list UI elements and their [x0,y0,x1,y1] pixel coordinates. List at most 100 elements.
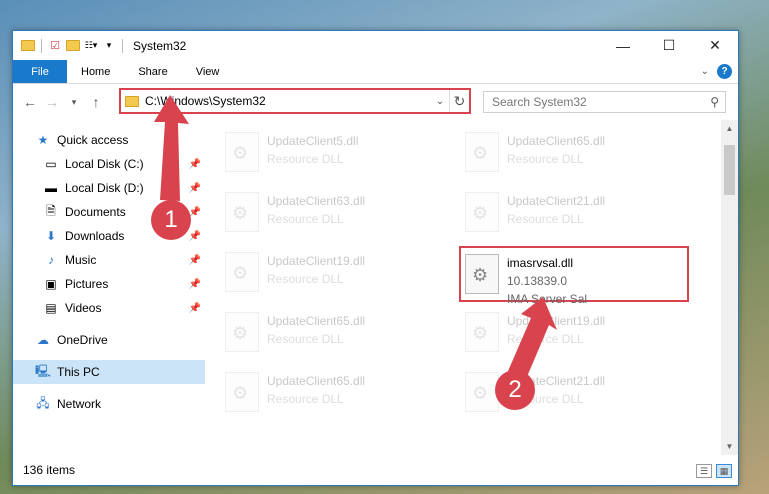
step-1-badge: 1 [151,200,191,240]
window-title: System32 [133,38,187,53]
music-icon: ♪ [48,253,54,267]
new-folder-icon[interactable] [66,39,80,53]
dll-file-icon [225,252,259,292]
file-desc: Resource DLL [267,332,344,346]
properties-icon[interactable]: ☑ [48,39,62,53]
scroll-up-icon[interactable]: ▲ [721,124,738,133]
nav-item-pictures[interactable]: ▣ Pictures 📌 [13,272,205,296]
dll-file-icon [225,372,259,412]
refresh-icon[interactable]: ↻ [449,90,469,112]
file-desc: Resource DLL [267,212,344,226]
large-icons-view-icon[interactable]: ▦ [716,464,732,478]
file-item[interactable]: UpdateClient65.dll Resource DLL [221,306,451,362]
file-desc: Resource DLL [267,392,344,406]
pin-icon[interactable]: 📌 [189,231,201,242]
search-placeholder: Search System32 [492,95,587,109]
back-arrow-icon[interactable]: ← [19,94,41,110]
videos-icon: ▤ [45,301,57,315]
tab-file[interactable]: File [13,60,67,83]
documents-icon: 🗎 [46,203,56,218]
file-name: UpdateClient65.dll [507,134,606,148]
item-count: 136 items [23,463,76,477]
maximize-button[interactable]: ☐ [646,31,692,60]
step-2-badge: 2 [495,370,535,410]
scroll-thumb[interactable] [724,145,735,195]
file-name: UpdateClient65.dll [267,314,366,328]
minimize-button[interactable]: — [600,31,646,60]
file-version: 10.13839.0 [507,274,568,288]
dll-file-icon [465,254,499,294]
scroll-down-icon[interactable]: ▼ [721,442,738,451]
nav-label: Documents [65,205,126,219]
nav-label: Quick access [57,133,129,147]
pin-icon[interactable]: 📌 [189,183,201,194]
dll-file-icon [465,192,499,232]
pin-icon[interactable]: 📌 [189,303,201,314]
file-desc: Resource DLL [507,212,584,226]
file-item[interactable]: UpdateClient19.dll Resource DLL [221,246,451,302]
dll-file-icon [465,132,499,172]
address-path[interactable]: C:\Windows\System32 [145,94,431,108]
vertical-scrollbar[interactable]: ▲ ▼ [721,120,738,455]
nav-label: Network [57,397,102,411]
tab-home[interactable]: Home [67,60,124,83]
title-bar: ☑ ☷▾ ▾ System32 — ☐ ✕ [13,31,738,60]
tab-view[interactable]: View [182,60,234,83]
tab-share[interactable]: Share [124,60,181,83]
chevron-down-icon[interactable]: ⌄ [431,96,449,107]
nav-item-this-pc[interactable]: 🖳 This PC [13,360,205,384]
pin-icon[interactable]: 📌 [189,159,201,170]
ribbon-tabs: File Home Share View ⌄ ? [13,60,738,84]
file-item[interactable]: UpdateClient21.dll Resource DLL [461,186,691,242]
nav-label: Videos [65,301,102,315]
search-input[interactable]: Search System32 ⚲ [483,91,726,113]
file-name: UpdateClient19.dll [507,314,606,328]
star-icon: ★ [37,133,49,147]
navigation-pane: ★ Quick access ▭ Local Disk (C:) 📌 ▬ Loc… [13,120,205,455]
help-icon[interactable]: ? [717,64,732,79]
file-item[interactable]: UpdateClient63.dll Resource DLL [221,186,451,242]
downloads-icon: ⬇ [45,229,57,243]
customize-toolbar-icon[interactable]: ☷▾ [84,39,98,53]
dll-file-icon [225,132,259,172]
file-item[interactable]: UpdateClient65.dll Resource DLL [461,126,691,182]
nav-label: Local Disk (D:) [65,181,144,195]
details-view-icon[interactable]: ☰ [696,464,712,478]
up-arrow-icon[interactable]: ↑ [85,94,107,110]
nav-item-network[interactable]: 🖧 Network [13,392,205,416]
recent-locations-icon[interactable]: ▾ [63,97,85,108]
pin-icon[interactable]: 📌 [189,279,201,290]
nav-item-onedrive[interactable]: ☁ OneDrive [13,328,205,352]
dll-file-icon [225,192,259,232]
file-item[interactable]: UpdateClient65.dll Resource DLL [221,366,451,422]
forward-arrow-icon[interactable]: → [41,94,63,110]
file-item-imasrvsal[interactable]: imasrvsal.dll 10.13839.0 IMA Server Sal [459,246,689,306]
close-button[interactable]: ✕ [692,31,738,60]
dropdown-icon[interactable]: ▾ [102,39,116,53]
file-name: UpdateClient5.dll [267,134,359,148]
folder-icon [21,39,35,53]
dll-file-icon [465,312,499,352]
pin-icon[interactable]: 📌 [189,255,201,266]
nav-label: Music [65,253,97,267]
file-item[interactable]: UpdateClient19.dll Resource DLL [461,306,691,362]
nav-item-music[interactable]: ♪ Music 📌 [13,248,205,272]
nav-item-local-disk-d[interactable]: ▬ Local Disk (D:) 📌 [13,176,205,200]
search-icon[interactable]: ⚲ [710,95,719,109]
file-name: UpdateClient19.dll [267,254,366,268]
drive-icon: ▬ [45,181,57,195]
file-item[interactable]: UpdateClient5.dll Resource DLL [221,126,451,182]
nav-label: Pictures [65,277,109,291]
nav-item-quick-access[interactable]: ★ Quick access [13,128,205,152]
nav-item-videos[interactable]: ▤ Videos 📌 [13,296,205,320]
nav-label: Local Disk (C:) [65,157,144,171]
address-bar[interactable]: C:\Windows\System32 ⌄ ↻ [119,88,471,114]
expand-ribbon-icon[interactable]: ⌄ [701,66,709,77]
nav-label: Downloads [65,229,125,243]
nav-item-local-disk-c[interactable]: ▭ Local Disk (C:) 📌 [13,152,205,176]
pictures-icon: ▣ [45,277,57,291]
computer-icon: 🖳 [35,363,52,378]
file-name: UpdateClient21.dll [507,194,606,208]
address-row: ← → ▾ ↑ C:\Windows\System32 ⌄ ↻ Search S… [13,84,738,120]
file-name: imasrvsal.dll [507,256,574,270]
